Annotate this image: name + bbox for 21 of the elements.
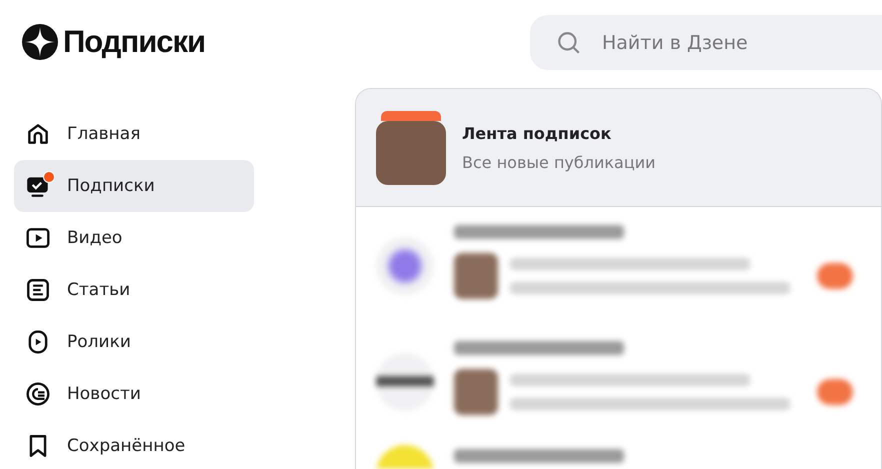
news-icon	[25, 381, 51, 407]
home-icon	[25, 121, 51, 147]
sidebar-item[interactable]: Ролики	[14, 316, 254, 368]
sidebar-item[interactable]: Статьи	[14, 264, 254, 316]
feed-subtitle: Все новые публикации	[462, 152, 656, 172]
sidebar-item[interactable]: Главная	[14, 108, 254, 160]
sidebar-item[interactable]: Видео	[14, 212, 254, 264]
feed-header[interactable]: Лента подписок Все новые публикации	[356, 89, 881, 207]
stack-tab-drawing	[381, 110, 441, 120]
sidebar-item[interactable]: Сохранённое	[14, 420, 254, 469]
sidebar-item[interactable]: Новости	[14, 368, 254, 420]
search-input[interactable]: Найти в Дзене	[600, 30, 854, 54]
article-icon	[25, 277, 51, 303]
sidebar-item[interactable]: Подписки	[14, 160, 254, 212]
logo-icon	[22, 24, 58, 60]
search-icon	[556, 30, 582, 56]
photo-placeholder	[376, 120, 446, 184]
feed-title: Лента подписок	[462, 124, 612, 142]
page-title: Подписки	[63, 24, 206, 60]
play-icon	[25, 225, 51, 251]
search-bar[interactable]: Найти в Дзене	[530, 15, 882, 70]
